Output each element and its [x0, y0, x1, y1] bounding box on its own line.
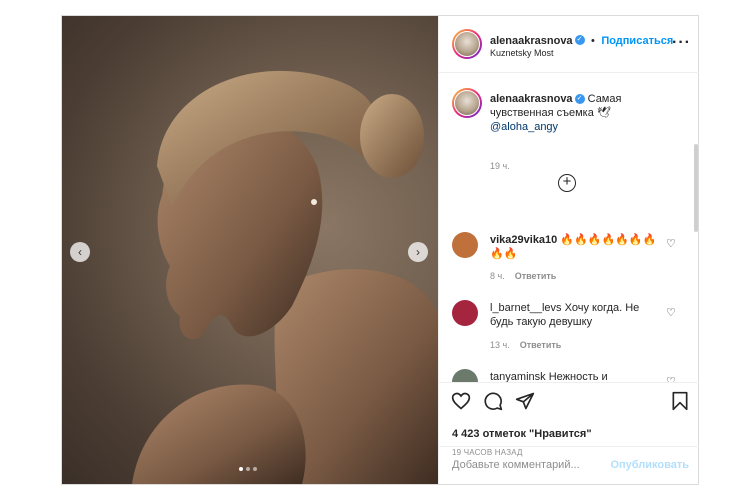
- carousel-prev-button[interactable]: ‹: [70, 242, 90, 262]
- caption-time[interactable]: 19 ч.: [490, 161, 510, 171]
- avatar[interactable]: [452, 29, 482, 59]
- comment-like-heart-icon[interactable]: ♡: [666, 306, 676, 319]
- more-options-icon[interactable]: ···: [672, 34, 691, 52]
- chevron-right-icon: ›: [416, 245, 420, 259]
- mention-link[interactable]: @aloha_angy: [490, 121, 558, 133]
- comment-like-heart-icon[interactable]: ♡: [666, 237, 676, 250]
- post-sidebar: alenaakrasnova ✓ • Подписаться Kuznetsky …: [438, 16, 699, 484]
- publish-button[interactable]: Опубликовать: [610, 459, 689, 471]
- caption-username[interactable]: alenaakrasnova: [490, 93, 573, 105]
- comment-time[interactable]: 8 ч.: [490, 271, 505, 281]
- comment-item: l_barnet__levs Хочу когда. Не будь такую…: [490, 301, 665, 329]
- comment-input[interactable]: Добавьте комментарий...: [452, 459, 580, 471]
- comment-time[interactable]: 13 ч.: [490, 340, 510, 350]
- comment-text: Нежность и: [548, 371, 608, 382]
- comment-meta: 8 ч. Ответить: [490, 271, 556, 281]
- comment-username[interactable]: vika29vika10: [490, 234, 557, 246]
- comment-item: vika29vika10 🔥🔥🔥🔥🔥🔥🔥🔥🔥: [490, 233, 665, 261]
- plus-circle-icon[interactable]: +: [558, 174, 576, 192]
- comments-section[interactable]: alenaakrasnova ✓ Самая чувственная съемка…: [439, 74, 699, 382]
- post-card: ‹ › alenaakrasnova ✓ • Подписаться Kuznet…: [61, 15, 699, 485]
- reply-button[interactable]: Ответить: [515, 271, 557, 281]
- scrollbar[interactable]: [694, 144, 698, 232]
- caption-avatar[interactable]: [452, 88, 482, 118]
- separator: •: [591, 35, 595, 47]
- likes-count[interactable]: 4 423 отметок "Нравится": [452, 428, 592, 440]
- comment-username[interactable]: l_barnet__levs: [490, 302, 562, 314]
- verified-badge-icon: ✓: [574, 34, 585, 45]
- comment-icon[interactable]: [483, 391, 503, 411]
- comment-item: tanyaminsk Нежность и: [490, 370, 665, 382]
- follow-button[interactable]: Подписаться: [601, 35, 673, 47]
- comment-avatar[interactable]: [452, 300, 478, 326]
- chevron-left-icon: ‹: [78, 245, 82, 259]
- post-photo[interactable]: ‹ ›: [62, 16, 438, 484]
- bookmark-icon[interactable]: [671, 391, 689, 411]
- add-comment-bar: Добавьте комментарий... Опубликовать: [439, 446, 699, 484]
- share-icon[interactable]: [515, 391, 535, 411]
- comment-username[interactable]: tanyaminsk: [490, 371, 546, 382]
- reply-button[interactable]: Ответить: [520, 340, 562, 350]
- carousel-dot: [246, 467, 250, 471]
- verified-badge-icon: ✓: [574, 94, 585, 105]
- photo-illustration: [132, 70, 438, 484]
- comment-avatar[interactable]: [452, 232, 478, 258]
- post-header: alenaakrasnova ✓ • Подписаться Kuznetsky …: [439, 16, 699, 73]
- carousel-next-button[interactable]: ›: [408, 242, 428, 262]
- comment-like-heart-icon[interactable]: ♡: [666, 375, 676, 382]
- location-link[interactable]: Kuznetsky Most: [490, 48, 554, 58]
- carousel-dot: [253, 467, 257, 471]
- caption: alenaakrasnova ✓ Самая чувственная съемка…: [490, 92, 666, 134]
- carousel-indicators: [239, 467, 257, 471]
- heart-icon[interactable]: [451, 391, 471, 411]
- comment-avatar[interactable]: [452, 369, 478, 382]
- carousel-dot: [239, 467, 243, 471]
- comment-meta: 13 ч. Ответить: [490, 340, 561, 350]
- header-username[interactable]: alenaakrasnova: [490, 35, 573, 47]
